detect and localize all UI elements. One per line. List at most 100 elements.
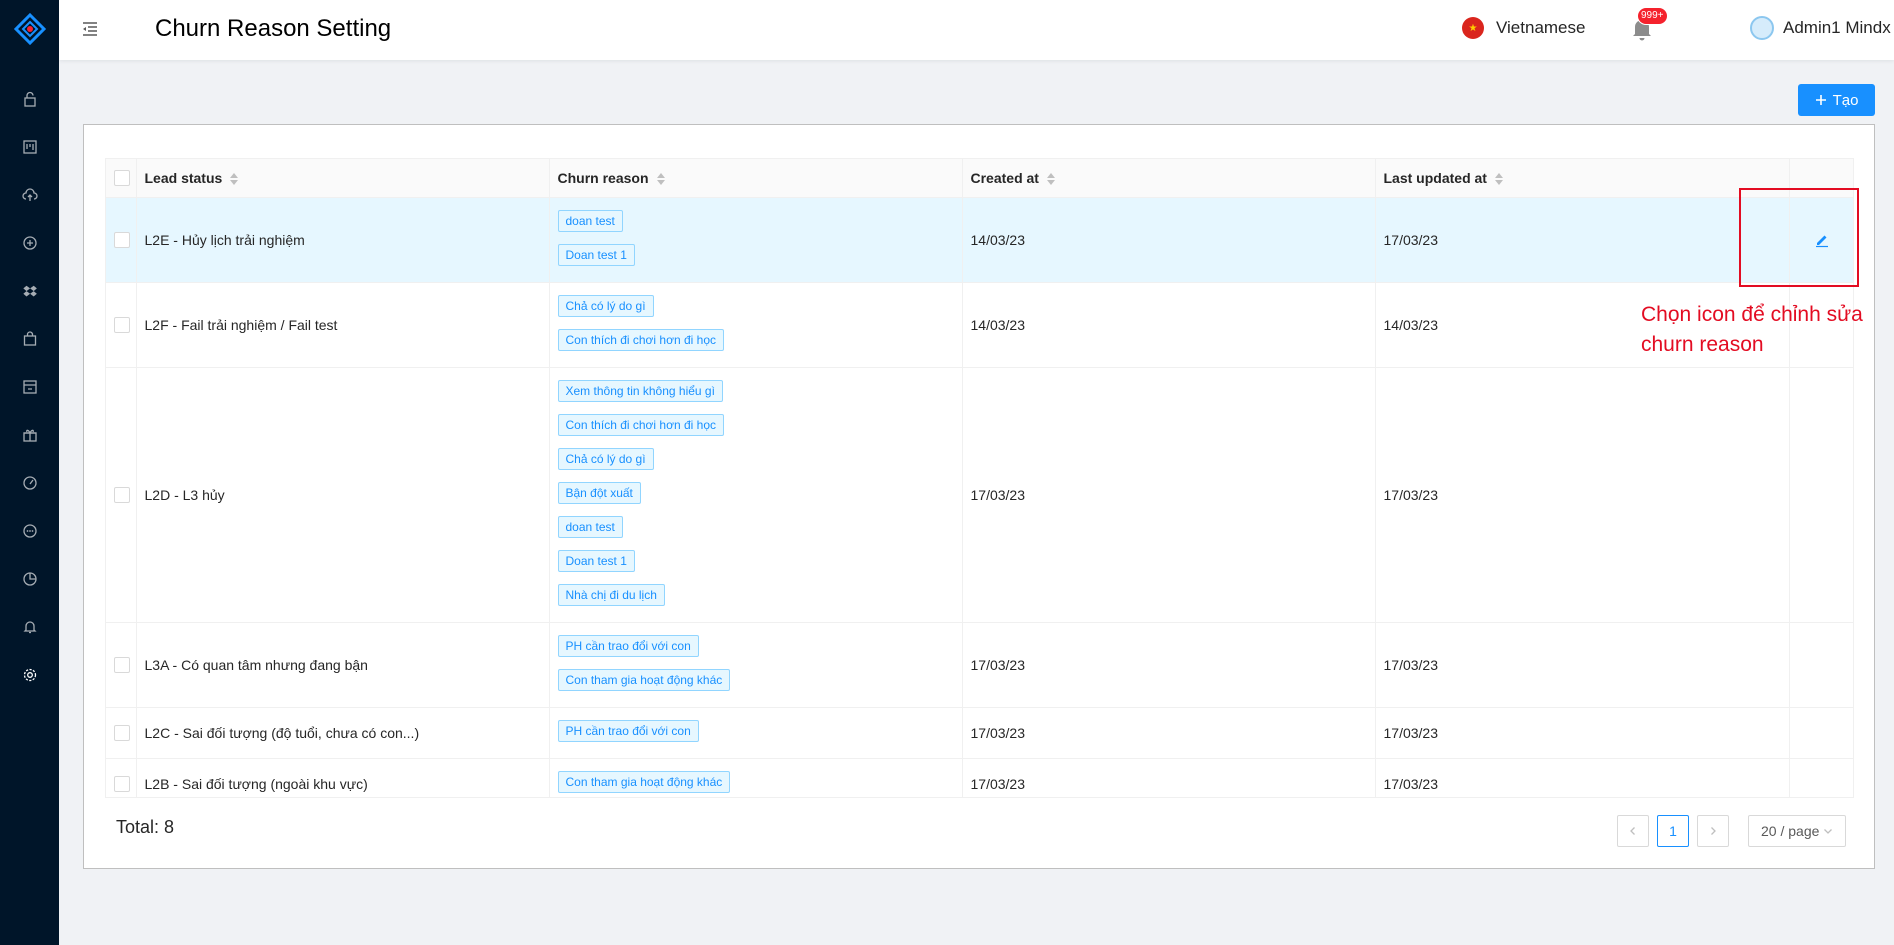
- reason-tag: Chả có lý do gì: [557, 447, 654, 470]
- column-header-created-at[interactable]: Created at: [962, 159, 1376, 198]
- row-select-cell: [106, 622, 137, 708]
- lead-status-cell: L2C - Sai đối tượng (độ tuổi, chưa có co…: [136, 707, 550, 759]
- column-title: Churn reason: [557, 169, 649, 186]
- column-header-lead-status[interactable]: Lead status: [136, 159, 550, 198]
- sort-icon[interactable]: [1046, 173, 1055, 186]
- column-title: Created at: [970, 169, 1039, 186]
- created-at-cell: 14/03/23: [962, 197, 1376, 283]
- row-checkbox[interactable]: [114, 316, 130, 333]
- updated-at-cell: 17/03/23: [1375, 197, 1790, 283]
- page-title: Churn Reason Setting: [155, 15, 392, 42]
- vietnam-flag-icon: ★: [1462, 17, 1484, 39]
- table-card: Lead status Churn reason Created at Last…: [83, 124, 1875, 869]
- row-checkbox[interactable]: [114, 231, 130, 248]
- actions-cell: [1789, 707, 1853, 759]
- row-checkbox[interactable]: [114, 724, 130, 741]
- churn-reason-cell: PH cần trao đổi với con: [549, 707, 963, 759]
- reason-tag: Con tham gia hoạt động khác: [557, 668, 731, 691]
- board-icon: [22, 140, 37, 154]
- churn-reason-cell: PH cần trao đổi với con Con tham gia hoạt…: [549, 622, 963, 708]
- sidebar-item-gift[interactable]: [0, 411, 59, 459]
- page-size-select[interactable]: 20 / page: [1748, 815, 1846, 847]
- dropbox-icon: [22, 285, 37, 297]
- row-select-cell: [106, 367, 137, 623]
- row-checkbox[interactable]: [114, 775, 130, 792]
- shopping-bag-icon: [23, 331, 36, 346]
- sidebar-item-shopping[interactable]: [0, 315, 59, 363]
- shop-icon: [22, 380, 37, 394]
- chevron-down-icon: [1824, 829, 1833, 834]
- prev-page-button[interactable]: [1617, 815, 1649, 847]
- logo-icon: [13, 13, 46, 45]
- language-selector[interactable]: ★ Vietnamese: [1462, 17, 1585, 39]
- user-name: Admin1 Mindx: [1783, 18, 1891, 37]
- table-row[interactable]: L2B - Sai đối tượng (ngoài khu vực) Con t…: [106, 758, 1853, 797]
- table-row[interactable]: L2D - L3 hủy Xem thông tin không hiểu gì C…: [106, 367, 1853, 623]
- sidebar-item-dashboard[interactable]: [0, 459, 59, 507]
- sort-icon[interactable]: [230, 173, 239, 186]
- created-at-cell: 17/03/23: [962, 367, 1376, 623]
- row-checkbox[interactable]: [114, 656, 130, 673]
- reason-tag-list: PH cần trao đổi với con: [557, 708, 954, 758]
- updated-at-cell: 17/03/23: [1375, 367, 1790, 623]
- reason-tag: Chả có lý do gì: [557, 294, 654, 317]
- table-row[interactable]: L2C - Sai đối tượng (độ tuổi, chưa có co…: [106, 707, 1853, 759]
- sidebar-item-chart[interactable]: [0, 555, 59, 603]
- plus-icon: [1815, 95, 1826, 105]
- row-checkbox[interactable]: [114, 486, 130, 503]
- sidebar-item-message[interactable]: [0, 507, 59, 555]
- select-all-checkbox[interactable]: [114, 169, 130, 186]
- bell-icon: [22, 621, 37, 634]
- column-header-last-updated-at[interactable]: Last updated at: [1375, 159, 1790, 198]
- sidebar-item-settings[interactable]: [0, 651, 59, 699]
- page-size-value: 20 / page: [1761, 823, 1820, 839]
- sort-icon[interactable]: [656, 173, 665, 186]
- reason-tag-list: PH cần trao đổi với con Con tham gia hoạt…: [557, 623, 954, 707]
- sidebar-item-add[interactable]: [0, 219, 59, 267]
- column-header-churn-reason[interactable]: Churn reason: [549, 159, 963, 198]
- row-select-cell: [106, 758, 137, 797]
- sidebar-item-notification[interactable]: [0, 603, 59, 651]
- setting-icon: [23, 668, 36, 682]
- sort-icon[interactable]: [1494, 173, 1503, 186]
- updated-at-cell: 17/03/23: [1375, 707, 1790, 759]
- next-page-button[interactable]: [1697, 815, 1729, 847]
- page-1-button[interactable]: 1: [1657, 815, 1689, 847]
- sidebar-item-upload[interactable]: [0, 171, 59, 219]
- reason-tag: Bận đột xuất: [557, 481, 641, 504]
- chevron-right-icon: [1711, 827, 1716, 835]
- unlock-icon: [23, 91, 36, 107]
- pie-chart-icon: [22, 572, 37, 586]
- reason-tag: doan test: [557, 209, 623, 232]
- updated-at-cell: 17/03/23: [1375, 758, 1790, 797]
- reason-tag: Con tham gia hoạt động khác: [557, 770, 731, 793]
- menu-fold-icon[interactable]: [81, 20, 99, 38]
- sidebar-item-board[interactable]: [0, 123, 59, 171]
- created-at-cell: 17/03/23: [962, 622, 1376, 708]
- create-button[interactable]: Tạo: [1798, 84, 1875, 116]
- reason-tag: Con thích đi chơi hơn đi học: [557, 328, 724, 351]
- sidebar-item-dropbox[interactable]: [0, 267, 59, 315]
- select-all-cell: [106, 159, 137, 198]
- actions-cell: [1789, 367, 1853, 623]
- cloud-upload-icon: [21, 188, 38, 201]
- lead-status-cell: L2B - Sai đối tượng (ngoài khu vực): [136, 758, 550, 797]
- reason-tag-list: doan test Doan test 1: [557, 198, 954, 282]
- created-at-cell: 17/03/23: [962, 758, 1376, 797]
- reason-tag: Doan test 1: [557, 549, 635, 572]
- table-row[interactable]: L2F - Fail trải nghiệm / Fail test Chả có…: [106, 282, 1853, 368]
- sidebar-item-unlock[interactable]: [0, 75, 59, 123]
- reason-tag-list: Xem thông tin không hiểu gì Con thích đi …: [557, 368, 954, 622]
- dashboard-icon: [22, 476, 37, 490]
- table-row[interactable]: L3A - Có quan tâm nhưng đang bận PH cần t…: [106, 622, 1853, 708]
- sidebar-item-shop[interactable]: [0, 363, 59, 411]
- language-label: Vietnamese: [1496, 18, 1586, 37]
- actions-cell: [1789, 622, 1853, 708]
- app-logo[interactable]: [0, 0, 59, 58]
- lead-status-cell: L2E - Hủy lịch trải nghiệm: [136, 197, 550, 283]
- column-title: Last updated at: [1383, 169, 1487, 186]
- user-menu[interactable]: Admin1 Mindx: [1750, 16, 1891, 40]
- create-button-label: Tạo: [1832, 91, 1859, 109]
- table-row[interactable]: L2E - Hủy lịch trải nghiệm doan test Doan …: [106, 197, 1853, 283]
- reason-tag: Nhà chị đi du lịch: [557, 583, 665, 606]
